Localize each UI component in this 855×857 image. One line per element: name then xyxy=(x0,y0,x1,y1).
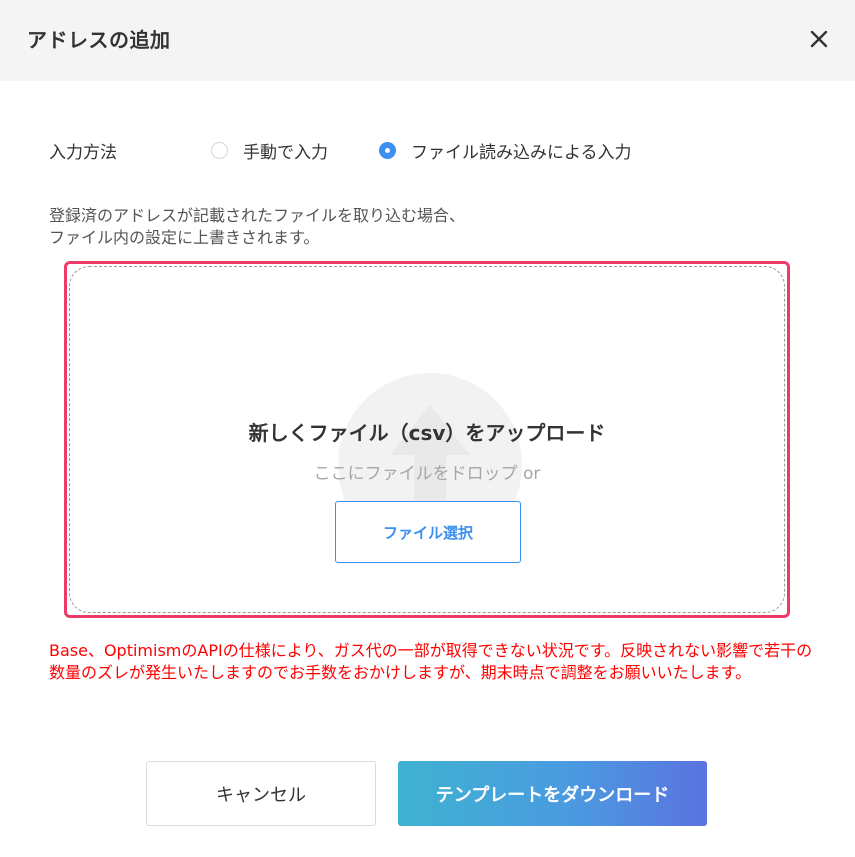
radio-file-input[interactable]: ファイル読み込みによる入力 xyxy=(379,138,632,163)
radio-file-label: ファイル読み込みによる入力 xyxy=(411,142,632,163)
cancel-button[interactable]: キャンセル xyxy=(146,761,376,826)
api-notice: Base、OptimismのAPIの仕様により、ガス代の一部が取得できない状況で… xyxy=(49,641,813,682)
description-line-1: 登録済のアドレスが記載されたファイルを取り込む場合、 xyxy=(49,206,466,225)
radio-manual-label: 手動で入力 xyxy=(243,142,328,163)
download-template-button[interactable]: テンプレートをダウンロード xyxy=(398,761,707,826)
upload-drop-hint: ここにファイルをドロップ or xyxy=(313,464,541,484)
radio-unchecked-icon[interactable] xyxy=(211,141,228,159)
radio-checked-icon[interactable] xyxy=(379,141,396,159)
description-line-2: ファイル内の設定に上書きされます。 xyxy=(49,228,320,247)
radio-manual-input[interactable]: 手動で入力 xyxy=(211,138,328,163)
close-icon[interactable] xyxy=(806,26,832,52)
dialog-header: アドレスの追加 xyxy=(0,0,855,81)
dialog-title: アドレスの追加 xyxy=(27,28,171,52)
upload-title: 新しくファイル（csv）をアップロード xyxy=(248,421,606,445)
input-method-label: 入力方法 xyxy=(49,143,117,163)
file-select-button[interactable]: ファイル選択 xyxy=(335,501,521,563)
dropzone-highlight: 新しくファイル（csv）をアップロード ここにファイルをドロップ or ファイル… xyxy=(64,261,790,618)
import-description: 登録済のアドレスが記載されたファイルを取り込む場合、 ファイル内の設定に上書きさ… xyxy=(49,205,809,249)
file-dropzone[interactable]: 新しくファイル（csv）をアップロード ここにファイルをドロップ or ファイル… xyxy=(69,266,785,613)
